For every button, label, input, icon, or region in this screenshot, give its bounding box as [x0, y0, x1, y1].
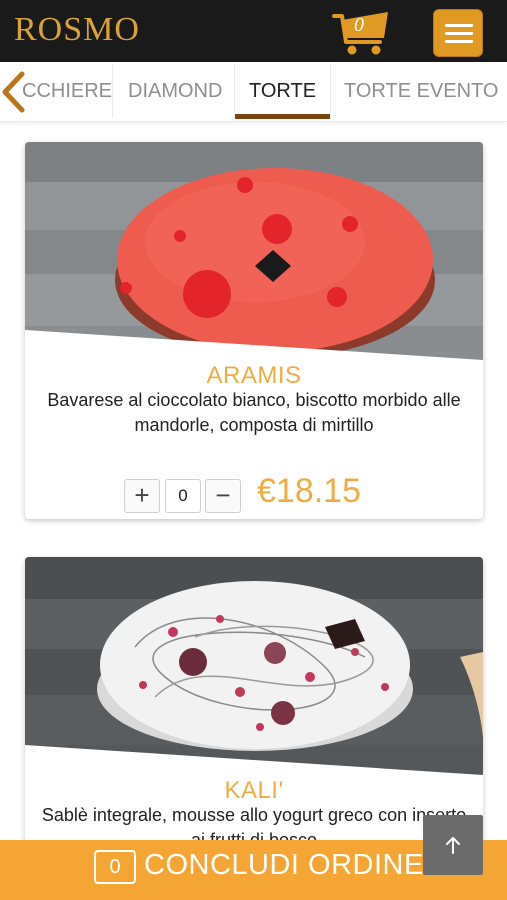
tab-cchiere[interactable]: CCHIERE [22, 62, 112, 120]
tab-divider [330, 64, 331, 118]
tab-torte[interactable]: TORTE [249, 62, 316, 120]
scroll-to-top-button[interactable] [423, 815, 483, 875]
menu-button[interactable] [433, 9, 483, 57]
product-card: ARAMIS Bavarese al cioccolato bianco, bi… [25, 142, 483, 519]
product-name: KALI' [224, 777, 284, 804]
arrow-up-icon [446, 837, 460, 854]
tabs-scroll-left-button[interactable] [0, 70, 30, 114]
category-tabs: CCHIERE DIAMOND TORTE TORTE EVENTO [0, 62, 507, 122]
tab-divider [234, 64, 235, 118]
product-name: ARAMIS [206, 362, 302, 389]
top-header: ROSMO 0 [0, 0, 507, 62]
cart-button[interactable]: 0 [330, 8, 392, 56]
app-screen: ROSMO 0 CCHIERE DIAMOND TORTE TORTE EVEN… [0, 0, 507, 900]
order-count-badge: 0 [94, 850, 136, 884]
quantity-field[interactable]: 0 [165, 479, 201, 513]
complete-order-label: CONCLUDI ORDINE [144, 849, 424, 881]
tab-diamond[interactable]: DIAMOND [128, 62, 222, 120]
chevron-left-icon [2, 71, 25, 113]
hamburger-menu-icon [445, 24, 473, 27]
product-photo[interactable] [25, 557, 483, 777]
product-price: €18.15 [257, 472, 361, 510]
tab-torte-evento[interactable]: TORTE EVENTO [344, 62, 498, 120]
quantity-decrease-button[interactable]: − [205, 479, 241, 513]
quantity-increase-button[interactable]: + [124, 479, 160, 513]
tab-divider [112, 64, 113, 118]
brand-logo[interactable]: ROSMO [14, 11, 140, 49]
cart-count-badge: 0 [354, 14, 364, 36]
product-photo[interactable] [25, 142, 483, 362]
active-tab-indicator [235, 114, 330, 119]
product-description: Bavarese al cioccolato bianco, biscotto … [47, 390, 461, 435]
